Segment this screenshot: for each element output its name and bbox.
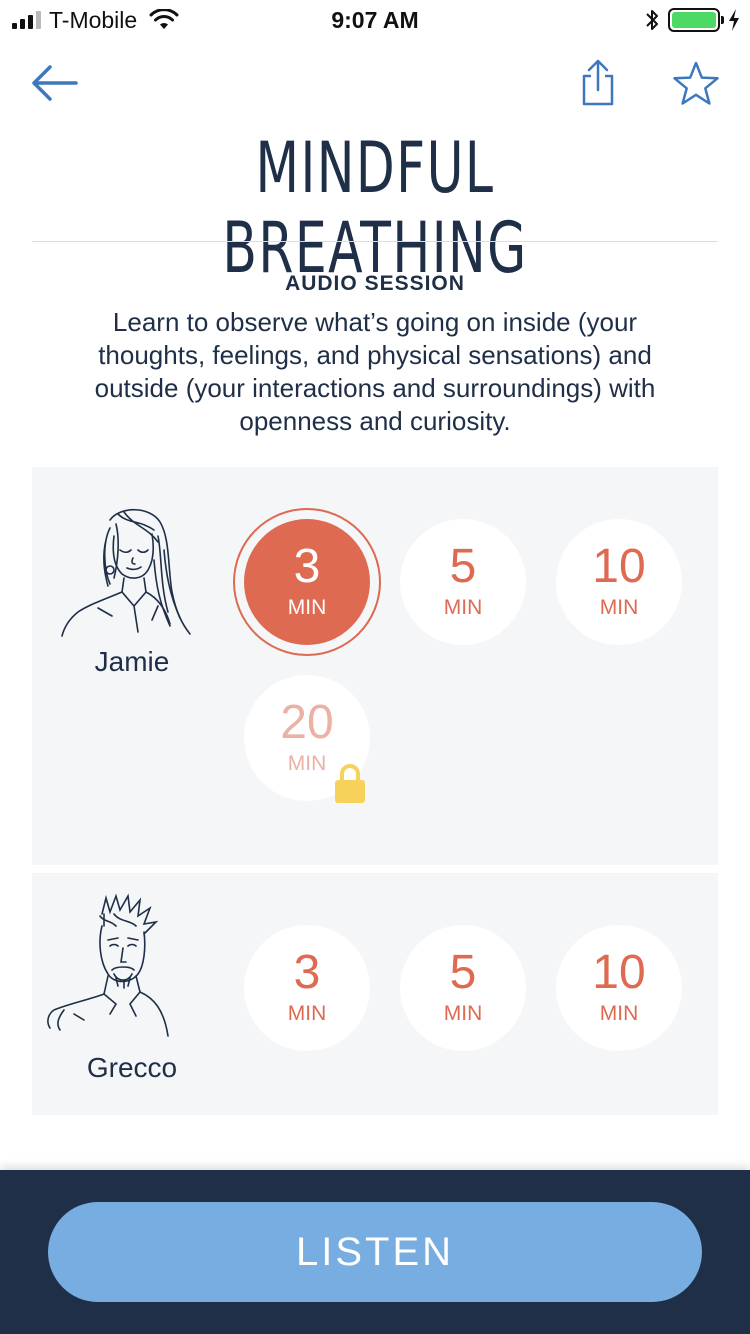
status-bar: T-Mobile 9:07 AM	[0, 0, 750, 40]
duration-grecco-10-min-button[interactable]: 10 MIN	[556, 925, 682, 1051]
battery-icon	[668, 8, 724, 32]
duration-unit: MIN	[287, 596, 327, 619]
duration-unit: MIN	[599, 1002, 639, 1025]
session-description: Learn to observe what’s going on inside …	[94, 307, 656, 436]
header-divider	[32, 241, 718, 242]
bluetooth-icon	[646, 10, 658, 30]
duration-value: 5	[449, 540, 477, 593]
duration-value: 10	[592, 540, 646, 593]
duration-value: 5	[449, 946, 477, 999]
narrator-portrait-grecco	[47, 893, 169, 1037]
duration-jamie-10-min-button[interactable]: 10 MIN	[556, 519, 682, 645]
duration-value: 3	[293, 540, 321, 593]
duration-grecco-5-min-button[interactable]: 5 MIN	[400, 925, 526, 1051]
back-arrow-icon[interactable]	[28, 60, 80, 106]
narrator-name-grecco: Grecco	[86, 1052, 178, 1083]
status-time: 9:07 AM	[331, 7, 419, 33]
listen-button[interactable]: LISTEN	[48, 1202, 702, 1302]
duration-value: 3	[293, 946, 321, 999]
star-icon[interactable]	[670, 60, 722, 108]
share-icon[interactable]	[576, 58, 620, 110]
duration-value: 10	[592, 946, 646, 999]
status-right	[644, 7, 740, 33]
duration-grecco-3-min-button[interactable]: 3 MIN	[244, 925, 370, 1051]
lock-icon	[335, 764, 365, 803]
narrator-name-jamie: Jamie	[94, 646, 170, 677]
narrator-portrait-jamie	[61, 509, 191, 637]
session-type-label: AUDIO SESSION	[285, 272, 465, 295]
charging-icon	[729, 9, 739, 31]
duration-unit: MIN	[287, 1002, 327, 1025]
duration-value: 20	[280, 696, 334, 749]
page-title: MINDFUL BREATHING	[222, 127, 528, 289]
battery-level	[672, 12, 716, 28]
duration-unit: MIN	[443, 596, 483, 619]
duration-unit: MIN	[443, 1002, 483, 1025]
duration-unit: MIN	[599, 596, 639, 619]
duration-jamie-5-min-button[interactable]: 5 MIN	[400, 519, 526, 645]
duration-jamie-3-min-button[interactable]: 3 MIN	[244, 519, 370, 645]
